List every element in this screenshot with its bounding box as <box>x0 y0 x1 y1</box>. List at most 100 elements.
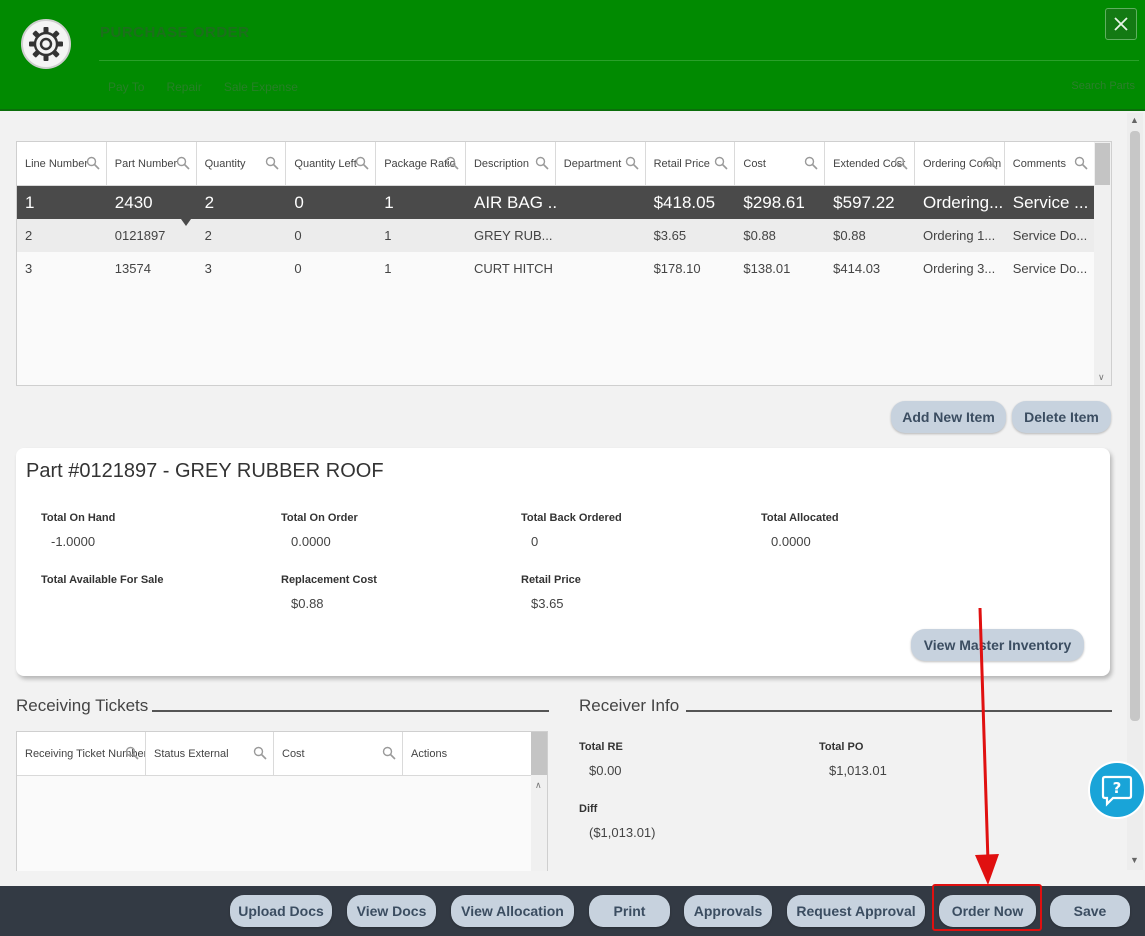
chevron-down-icon[interactable]: ∨ <box>1098 372 1105 383</box>
cell-extended-cost: $414.03 <box>833 261 881 276</box>
cell-package-ratio: 1 <box>384 261 392 276</box>
svg-text:?: ? <box>1113 779 1122 797</box>
page-scroll-thumb[interactable] <box>1130 131 1140 721</box>
cell-description: GREY RUB... <box>473 228 553 243</box>
grid-header: Line Number Part Number Quantity Quantit… <box>17 142 1095 186</box>
magnifier-icon[interactable] <box>355 156 369 170</box>
sale-expense-link[interactable]: Sale Expense <box>224 80 298 94</box>
retail-price-value: $3.65 <box>531 596 564 611</box>
cell-retail-price: $178.10 <box>653 261 701 276</box>
table-row[interactable]: 3 13574 3 0 1 CURT HITCH $178.10 $138.01… <box>17 252 1095 285</box>
total-allocated-label: Total Allocated <box>761 512 839 524</box>
magnifier-icon[interactable] <box>1074 156 1088 170</box>
col-ordering-comments[interactable]: Ordering Comm <box>915 142 1005 185</box>
table-row[interactable]: 1 2430 2 0 1 AIR BAG ... $418.05 $298.61… <box>17 186 1095 219</box>
magnifier-icon[interactable] <box>894 156 908 170</box>
repair-link[interactable]: Repair <box>166 80 201 94</box>
scroll-down-icon[interactable]: ▼ <box>1130 855 1139 865</box>
request-approval-button[interactable]: Request Approval <box>787 895 925 927</box>
table-row[interactable]: 2 0121897 2 0 1 GREY RUB... $3.65 $0.88 … <box>17 219 1095 252</box>
approvals-button[interactable]: Approvals <box>684 895 772 927</box>
cell-department <box>556 219 646 252</box>
col-label: Cost <box>743 158 766 170</box>
page-title: PURCHASE ORDER <box>100 24 250 41</box>
receiving-scrollbar[interactable]: ∧ <box>531 732 547 871</box>
col-retail-price[interactable]: Retail Price <box>646 142 736 185</box>
col-status-external[interactable]: Status External <box>146 732 274 775</box>
cell-quantity-left: 0 <box>294 193 304 212</box>
delete-item-button[interactable]: Delete Item <box>1012 401 1111 433</box>
retail-price-label: Retail Price <box>521 574 581 586</box>
magnifier-icon[interactable] <box>382 746 396 760</box>
cell-ordering-comments: Ordering... <box>922 193 1004 212</box>
cell-retail-price: $418.05 <box>653 193 716 212</box>
col-cost[interactable]: Cost <box>274 732 403 775</box>
magnifier-icon[interactable] <box>125 746 139 760</box>
col-label: Line Number <box>25 158 88 170</box>
col-receiving-ticket-number[interactable]: Receiving Ticket Number <box>17 732 146 775</box>
cell-quantity-left: 0 <box>294 261 302 276</box>
cell-department <box>556 186 646 219</box>
magnifier-icon[interactable] <box>535 156 549 170</box>
part-detail-card: Part #0121897 - GREY RUBBER ROOF Total O… <box>16 448 1110 676</box>
col-quantity[interactable]: Quantity <box>197 142 287 185</box>
pay-to-link[interactable]: Pay To <box>108 80 144 94</box>
magnifier-icon[interactable] <box>176 156 190 170</box>
view-allocation-button[interactable]: View Allocation <box>451 895 574 927</box>
col-line-number[interactable]: Line Number <box>17 142 107 185</box>
col-label: Actions <box>411 748 448 760</box>
chevron-up-icon[interactable]: ∧ <box>535 780 542 791</box>
col-label: Status External <box>154 748 229 760</box>
help-chat-button[interactable]: ? <box>1088 761 1145 819</box>
col-part-number[interactable]: Part Number <box>107 142 197 185</box>
grid-scrollbar[interactable]: ∨ <box>1094 142 1111 385</box>
col-extended-cost[interactable]: Extended Cost <box>825 142 915 185</box>
col-label: Cost <box>282 748 305 760</box>
col-quantity-left[interactable]: Quantity Left <box>286 142 377 185</box>
upload-docs-button[interactable]: Upload Docs <box>230 895 332 927</box>
total-on-hand-label: Total On Hand <box>41 512 116 524</box>
col-label: Part Number <box>114 158 178 170</box>
view-docs-button[interactable]: View Docs <box>347 895 436 927</box>
cell-description: CURT HITCH <box>473 261 553 276</box>
page-scrollbar[interactable]: ▲ ▼ <box>1127 113 1143 870</box>
col-package-ratio[interactable]: Package Ratio <box>376 142 466 185</box>
cell-line-number: 3 <box>25 261 33 276</box>
total-re-value: $0.00 <box>589 763 622 778</box>
save-button[interactable]: Save <box>1050 895 1130 927</box>
line-items-grid: Line Number Part Number Quantity Quantit… <box>16 141 1112 386</box>
magnifier-icon[interactable] <box>86 156 100 170</box>
col-label: Quantity <box>204 158 246 170</box>
col-label: Retail Price <box>653 158 710 170</box>
total-po-value: $1,013.01 <box>829 763 887 778</box>
cell-comments: Service Do... <box>1012 228 1088 243</box>
magnifier-icon[interactable] <box>253 746 267 760</box>
grid-scroll-thumb[interactable] <box>1095 143 1110 185</box>
magnifier-icon[interactable] <box>804 156 818 170</box>
col-label: Department <box>563 158 622 170</box>
col-actions[interactable]: Actions <box>403 732 531 775</box>
magnifier-icon[interactable] <box>445 156 459 170</box>
total-on-order-label: Total On Order <box>281 512 358 524</box>
magnifier-icon[interactable] <box>265 156 279 170</box>
search-parts-link[interactable]: Search Parts <box>1071 80 1135 92</box>
col-label: Comments <box>1012 158 1066 170</box>
receiving-scroll-thumb[interactable] <box>531 732 547 775</box>
total-allocated-value: 0.0000 <box>771 534 811 549</box>
section-divider <box>152 710 549 712</box>
cell-part-number: 2430 <box>114 193 153 212</box>
magnifier-icon[interactable] <box>714 156 728 170</box>
print-button[interactable]: Print <box>589 895 670 927</box>
scroll-up-icon[interactable]: ▲ <box>1130 115 1139 125</box>
add-new-item-button[interactable]: Add New Item <box>891 401 1006 433</box>
col-description[interactable]: Description <box>466 142 556 185</box>
cell-retail-price: $3.65 <box>653 228 687 243</box>
col-cost[interactable]: Cost <box>735 142 826 185</box>
col-comments[interactable]: Comments <box>1005 142 1095 185</box>
magnifier-icon[interactable] <box>984 156 998 170</box>
total-available-label: Total Available For Sale <box>41 574 164 586</box>
close-button[interactable] <box>1105 8 1137 40</box>
col-department[interactable]: Department <box>556 142 646 185</box>
magnifier-icon[interactable] <box>625 156 639 170</box>
section-divider <box>686 710 1112 712</box>
